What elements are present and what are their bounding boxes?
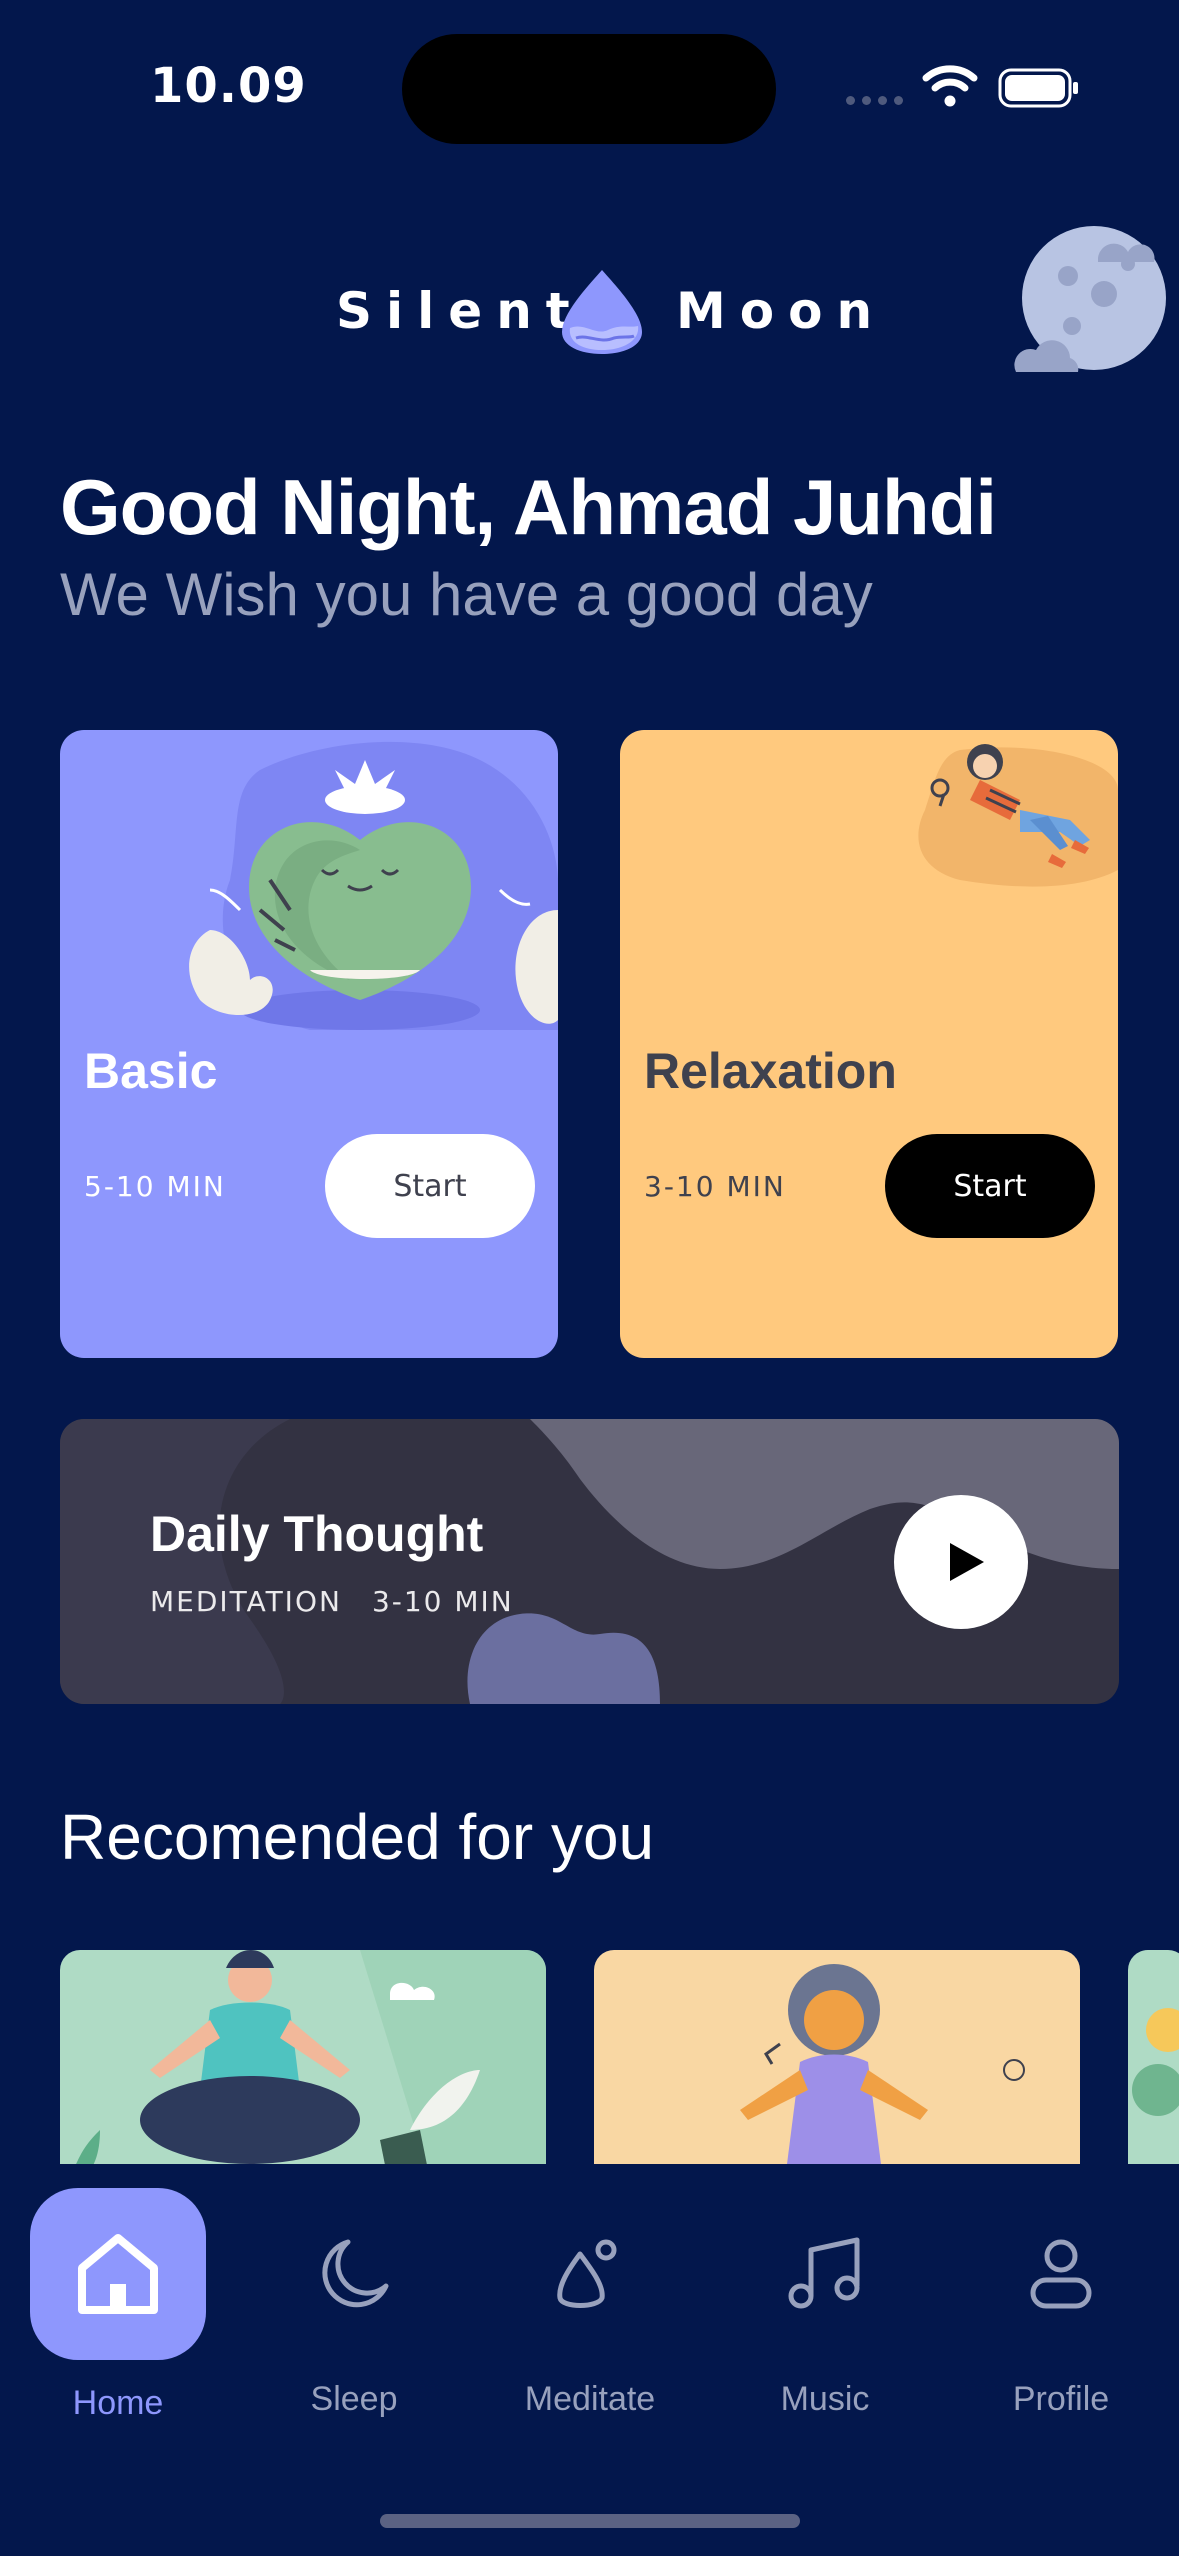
tab-profile-icon-wrap: [973, 2188, 1149, 2360]
tab-meditate[interactable]: Meditate: [502, 2188, 678, 2419]
tab-music[interactable]: Music: [737, 2188, 913, 2419]
play-icon: [950, 1543, 984, 1581]
tab-sleep[interactable]: Sleep: [266, 2188, 442, 2419]
dynamic-island: [402, 34, 776, 144]
card-title: Basic: [84, 1043, 218, 1099]
tab-sleep-label: Sleep: [310, 2380, 398, 2418]
battery-icon: [998, 68, 1078, 108]
tab-profile[interactable]: Profile: [973, 2188, 1149, 2419]
home-indicator[interactable]: [380, 2514, 800, 2528]
moon-drop-logo: [562, 270, 642, 354]
course-card-basic[interactable]: Basic 5-10 MIN Start: [60, 730, 558, 1358]
status-time: 10.09: [150, 58, 307, 114]
tab-home-highlight: [30, 2188, 206, 2360]
tab-music-label: Music: [780, 2380, 870, 2418]
card-title: Relaxation: [644, 1043, 897, 1099]
start-button-basic[interactable]: Start: [325, 1134, 535, 1238]
wifi-icon: [922, 65, 978, 107]
user-icon: [1030, 2239, 1092, 2309]
greeting-title: Good Night, Ahmad Juhdi: [60, 463, 997, 551]
brand-name-left: Silent: [336, 282, 584, 340]
cellular-signal-icon: [846, 96, 904, 106]
card-duration: 5-10 MIN: [84, 1170, 226, 1203]
play-button[interactable]: [894, 1495, 1028, 1629]
daily-thought-category: MEDITATION: [150, 1585, 342, 1618]
home-icon: [78, 2234, 158, 2314]
moon-icon: [322, 2239, 389, 2308]
brand-name-right: Moon: [676, 282, 887, 340]
recommended-title: Recomended for you: [60, 1801, 655, 1873]
daily-thought-title: Daily Thought: [150, 1506, 484, 1562]
daily-thought-card[interactable]: Daily Thought MEDITATION 3-10 MIN: [60, 1419, 1119, 1704]
tab-meditate-icon-wrap: [502, 2188, 678, 2360]
music-note-icon: [788, 2237, 860, 2309]
greeting-subtitle: We Wish you have a good day: [60, 561, 873, 628]
card-duration: 3-10 MIN: [644, 1170, 786, 1203]
tab-sleep-icon-wrap: [266, 2188, 442, 2360]
tab-music-icon-wrap: [737, 2188, 913, 2360]
daily-thought-meta: MEDITATION 3-10 MIN: [150, 1585, 544, 1618]
daily-thought-duration: 3-10 MIN: [371, 1585, 514, 1618]
course-card-relaxation[interactable]: Relaxation 3-10 MIN Start: [620, 730, 1118, 1358]
tab-home[interactable]: Home: [30, 2188, 206, 2423]
tab-profile-label: Profile: [1012, 2380, 1110, 2418]
tab-meditate-label: Meditate: [524, 2380, 656, 2418]
meditate-icon: [557, 2239, 617, 2308]
start-button-relaxation[interactable]: Start: [885, 1134, 1095, 1238]
moon-with-clouds-icon: [1014, 226, 1166, 372]
tab-home-label: Home: [72, 2384, 164, 2422]
